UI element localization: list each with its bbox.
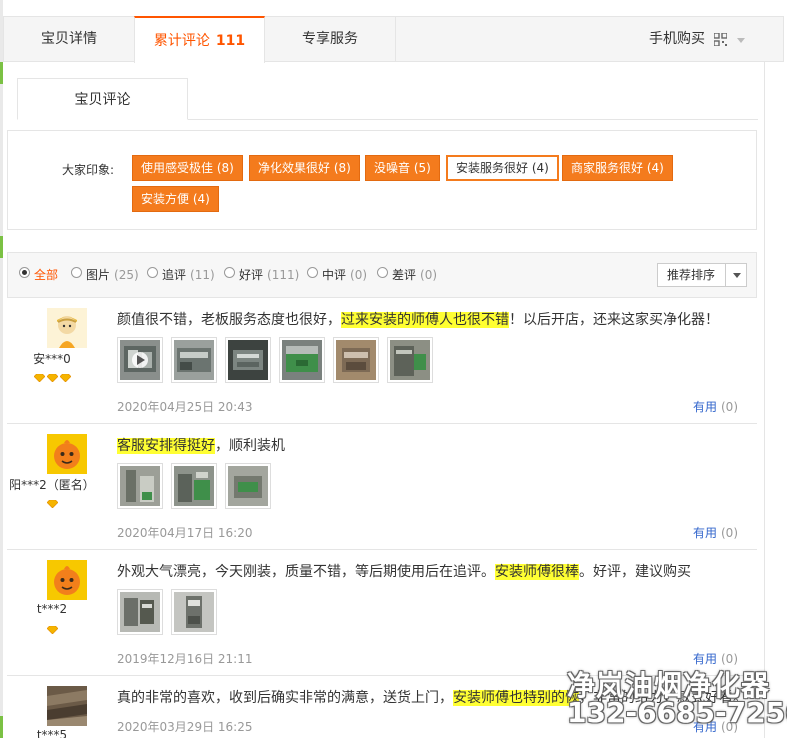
review-count: 111	[215, 33, 246, 49]
avatar[interactable]	[47, 560, 87, 600]
filter-label-neutral[interactable]: 中评 (0)	[322, 266, 367, 283]
left-green-marker	[0, 236, 3, 258]
review-photo-thumbnail[interactable]	[279, 337, 325, 383]
tab-product-reviews[interactable]: 宝贝评论	[17, 78, 188, 120]
tab-label: 宝贝详情	[41, 31, 97, 47]
review-photo-thumbnail[interactable]	[117, 589, 163, 635]
filter-label-all[interactable]: 全部	[34, 266, 58, 283]
review-photo-thumbnail[interactable]	[387, 337, 433, 383]
content-right-border	[764, 62, 765, 738]
review-item: 阳***2（匿名） 客服安排得挺好，顺利装机 2020年04月17日 16:20…	[7, 424, 757, 550]
review-username: 阳***2（匿名）	[9, 478, 95, 492]
filter-label-positive[interactable]: 好评 (111)	[239, 266, 299, 283]
impression-tag[interactable]: 没噪音 (5)	[365, 155, 440, 181]
diamond-icon	[46, 500, 58, 508]
useful-button[interactable]: 有用 (0)	[693, 398, 738, 415]
review-date: 2020年04月25日 20:43	[117, 400, 253, 414]
review-photos	[117, 337, 441, 383]
review-date: 2020年03月29日 16:25	[117, 720, 253, 734]
review-text: 客服安排得挺好，顺利装机	[117, 438, 285, 454]
impression-tag-selected[interactable]: 安装服务很好 (4)	[446, 155, 559, 181]
review-text: 外观大气漂亮，今天刚装，质量不错，等后期使用后在追评。安装师傅很棒。好评，建议购…	[117, 564, 691, 580]
filter-label-images[interactable]: 图片 (25)	[86, 266, 139, 283]
filter-label-negative[interactable]: 差评 (0)	[392, 266, 437, 283]
avatar[interactable]	[47, 686, 87, 726]
impression-tag[interactable]: 净化效果很好 (8)	[249, 155, 360, 181]
impressions-label: 大家印象:	[62, 163, 115, 177]
watermark-phone: 132-6685-7256	[567, 696, 787, 729]
review-photo-thumbnail[interactable]	[171, 337, 217, 383]
user-level-gems	[7, 371, 97, 385]
tab-label: 累计评论	[153, 33, 210, 49]
filter-radio-images[interactable]	[71, 267, 82, 278]
left-green-marker	[0, 716, 3, 738]
review-photo-thumbnail[interactable]	[171, 589, 217, 635]
highlighted-phrase: 安装师傅也特别的恢	[453, 690, 579, 706]
left-edge-strip	[0, 0, 3, 738]
avatar[interactable]	[47, 434, 87, 474]
chevron-down-icon[interactable]	[737, 38, 745, 43]
review-username: 安***0	[33, 352, 71, 366]
sort-dropdown[interactable]: 推荐排序	[657, 263, 747, 287]
review-text: 颜值很不错，老板服务态度也很好，过来安装的师傅人也很不错！以后开店，还来这家买净…	[117, 312, 719, 328]
highlighted-phrase: 客服安排得挺好	[117, 438, 215, 454]
top-tab-bar: 宝贝详情 累计评论 111 专享服务 手机购买	[3, 16, 784, 63]
tab-cumulative-reviews[interactable]: 累计评论 111	[134, 16, 265, 63]
review-filter-bar: 全部 图片 (25) 追评 (11) 好评 (111) 中评 (0) 差评 (0) 推荐排…	[7, 252, 757, 298]
filter-radio-all[interactable]	[19, 267, 30, 278]
filter-label-followup[interactable]: 追评 (11)	[162, 266, 215, 283]
highlighted-phrase: 安装师傅很棒	[495, 564, 579, 580]
review-photo-thumbnail[interactable]	[117, 463, 163, 509]
review-item: 安***0 颜值很不错，老板服务态度也很好，过来安装的师傅人也很不错！以后开店，…	[7, 298, 757, 424]
left-green-marker	[0, 62, 3, 84]
review-photo-thumbnail[interactable]	[171, 463, 217, 509]
filter-radio-negative[interactable]	[377, 267, 388, 278]
tab-exclusive-service[interactable]: 专享服务	[265, 16, 396, 62]
sort-label: 推荐排序	[667, 268, 716, 282]
review-username: t***2	[36, 602, 68, 616]
review-photo-thumbnail[interactable]	[333, 337, 379, 383]
user-level-gems	[7, 623, 97, 637]
filter-radio-positive[interactable]	[224, 267, 235, 278]
mobile-buy-link[interactable]: 手机购买	[649, 17, 705, 61]
useful-button[interactable]: 有用 (0)	[693, 524, 738, 541]
review-photo-thumbnail[interactable]	[225, 463, 271, 509]
user-level-gems	[7, 497, 97, 511]
review-photo-thumbnail[interactable]	[117, 337, 163, 383]
review-photos	[117, 463, 279, 509]
review-date: 2020年04月17日 16:20	[117, 526, 253, 540]
review-username: t***5	[36, 728, 68, 738]
diamond-icon	[46, 374, 58, 382]
chevron-down-icon[interactable]	[725, 264, 746, 286]
impression-tag[interactable]: 使用感受极佳 (8)	[132, 155, 243, 181]
diamond-icon	[59, 374, 71, 382]
tab-label: 专享服务	[302, 31, 358, 47]
highlighted-phrase: 过来安装的师傅人也很不错	[341, 312, 509, 328]
filter-radio-neutral[interactable]	[307, 267, 318, 278]
impression-tag[interactable]: 商家服务很好 (4)	[562, 155, 673, 181]
avatar[interactable]	[47, 308, 87, 348]
review-photos	[117, 589, 225, 635]
review-date: 2019年12月16日 21:11	[117, 652, 253, 666]
tab-product-details[interactable]: 宝贝详情	[4, 16, 134, 62]
diamond-icon	[46, 626, 58, 634]
impressions-panel: 大家印象: 使用感受极佳 (8) 净化效果很好 (8) 没噪音 (5) 安装服务…	[7, 130, 757, 230]
impression-tag[interactable]: 安装方便 (4)	[132, 186, 219, 212]
review-item: t***2 外观大气漂亮，今天刚装，质量不错，等后期使用后在追评。安装师傅很棒。…	[7, 550, 757, 676]
filter-radio-followup[interactable]	[147, 267, 158, 278]
qr-code-icon[interactable]	[714, 33, 727, 46]
review-photo-thumbnail[interactable]	[225, 337, 271, 383]
diamond-icon	[33, 374, 45, 382]
